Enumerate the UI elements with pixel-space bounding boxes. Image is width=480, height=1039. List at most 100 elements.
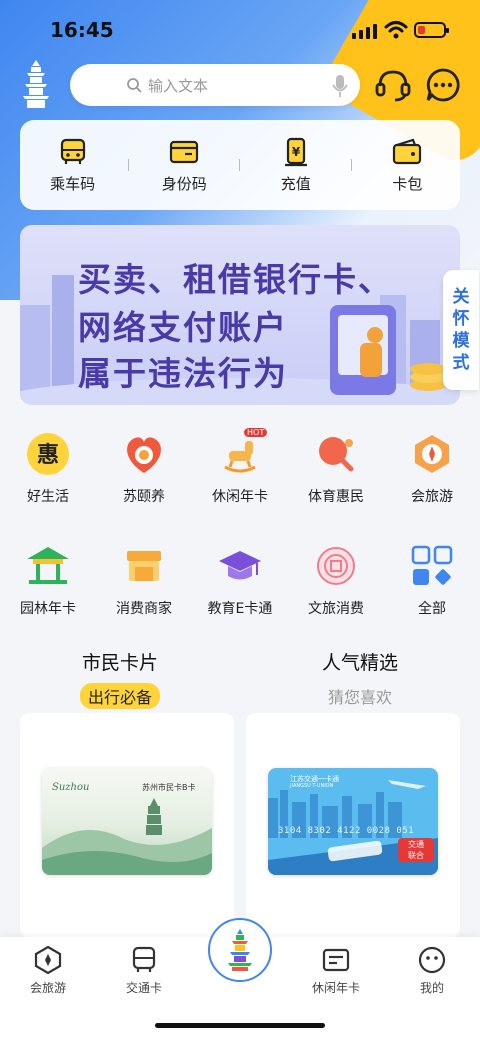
service-sports[interactable]: 体育惠民 [288, 430, 384, 506]
section-citizen-cards[interactable]: 市民卡片 出行必备 [0, 648, 240, 709]
search-icon [127, 78, 142, 93]
center-home-button[interactable] [208, 918, 272, 982]
graduation-cap-icon [219, 551, 261, 580]
tab-transit-card[interactable]: 交通卡 [96, 945, 192, 996]
service-culture-tourism[interactable]: 文旅消费 [288, 542, 384, 618]
tab-travel[interactable]: 会旅游 [0, 945, 96, 996]
tab-label: 交通卡 [125, 981, 162, 995]
section-subtitle: 猜您喜欢 [327, 688, 392, 707]
smile-icon [418, 946, 446, 974]
microphone-icon[interactable] [332, 74, 348, 98]
divider [239, 159, 241, 171]
hui-icon: 惠 [27, 433, 69, 475]
service-good-life[interactable]: 惠 好生活 [0, 430, 96, 506]
service-label: 好生活 [27, 489, 69, 505]
suzhou-card-image[interactable]: Suzhou 苏州市民卡B卡 [42, 768, 212, 875]
message-icon[interactable] [424, 66, 462, 104]
quick-action-label: 充值 [280, 174, 311, 193]
care-mode-button[interactable]: 关 怀 模 式 [443, 270, 479, 390]
service-label: 会旅游 [411, 489, 453, 505]
citizen-card-panel[interactable]: Suzhou 苏州市民卡B卡 [20, 713, 234, 938]
service-education-card[interactable]: 教育E卡通 [192, 542, 288, 618]
service-label: 消费商家 [116, 601, 172, 617]
card-icon [322, 948, 350, 972]
service-label: 教育E卡通 [207, 601, 273, 617]
service-merchants[interactable]: 消费商家 [96, 542, 192, 618]
search-bar[interactable]: 输入文本 [70, 64, 360, 106]
card-brand: Suzhou [52, 782, 90, 793]
jiangsu-transit-card-image[interactable]: 江苏交通一卡通 JIANGSU T-UNION 3104 8302 4122 0… [268, 768, 438, 875]
culture-icon [317, 547, 355, 585]
quick-action-label: 身份码 [161, 174, 207, 193]
quick-actions-panel: 乘车码 身份码 ¥ 充值 卡包 [20, 120, 460, 210]
section-title: 人气精选 [321, 652, 398, 674]
tab-label: 我的 [419, 981, 444, 995]
compass-icon [415, 435, 449, 473]
divider [351, 159, 353, 171]
care-mode-char: 怀 [452, 309, 470, 329]
tab-label: 休闲年卡 [311, 981, 360, 995]
customer-service-icon[interactable] [374, 66, 412, 104]
badge-text: 交通 [408, 840, 424, 849]
badge-text: 联合 [408, 851, 424, 860]
service-label: 苏颐养 [123, 489, 165, 505]
pagoda-logo-icon [23, 60, 49, 108]
elder-care-icon [127, 437, 161, 473]
promo-banner[interactable]: 买卖、租借银行卡、 网络支付账户 属于违法行为 [20, 225, 460, 405]
recharge-icon: ¥ [284, 137, 307, 166]
id-card-icon [170, 140, 199, 163]
service-garden-card[interactable]: 园林年卡 [0, 542, 96, 618]
all-apps-icon [411, 545, 453, 585]
service-label: 园林年卡 [20, 601, 76, 617]
status-bar: 16:45 [0, 0, 480, 60]
service-all[interactable]: 全部 [384, 542, 480, 618]
quick-action-recharge[interactable]: ¥ 充值 [246, 137, 346, 194]
card-number: 3104 8302 4122 0028 051 [278, 826, 415, 836]
care-mode-char: 关 [452, 287, 470, 307]
tab-profile[interactable]: 我的 [384, 945, 480, 996]
hot-badge: HOT [244, 428, 268, 437]
battery-icon [414, 22, 449, 38]
tab-label: 会旅游 [29, 981, 66, 995]
banner-line-3: 属于违法行为 [78, 354, 288, 393]
service-travel[interactable]: 会旅游 [384, 430, 480, 506]
signal-icon [352, 24, 377, 39]
tab-leisure-card[interactable]: 休闲年卡 [288, 945, 384, 996]
pavilion-icon [27, 547, 69, 584]
divider [127, 159, 129, 171]
phone-illustration [330, 305, 446, 395]
search-input[interactable]: 输入文本 [148, 75, 208, 96]
svg-text:惠: 惠 [37, 443, 59, 468]
section-title: 市民卡片 [81, 652, 158, 674]
service-label: 全部 [418, 601, 446, 617]
quick-action-wallet[interactable]: 卡包 [357, 137, 457, 194]
quick-action-bus-code[interactable]: 乘车码 [23, 137, 123, 194]
service-elder-care[interactable]: 苏颐养 [96, 430, 192, 506]
services-grid-row-1: 惠 好生活 苏颐养 HOT 休闲年卡 体育惠民 会旅游 [0, 428, 480, 506]
quick-action-label: 卡包 [392, 174, 423, 193]
transit-union-badge: 交通 联合 [398, 838, 434, 862]
service-label: 体育惠民 [308, 489, 364, 505]
svg-text:¥: ¥ [292, 145, 301, 159]
compass-icon [34, 945, 62, 975]
popular-card-panel[interactable]: 江苏交通一卡通 JIANGSU T-UNION 3104 8302 4122 0… [246, 713, 460, 938]
shop-icon [127, 551, 161, 581]
service-leisure-card[interactable]: HOT 休闲年卡 [192, 428, 288, 506]
care-mode-char: 式 [452, 353, 470, 373]
section-subtitle-badge: 出行必备 [79, 683, 160, 709]
rocking-horse-icon [224, 441, 256, 473]
section-popular-picks[interactable]: 人气精选 猜您喜欢 [240, 648, 480, 709]
wifi-icon [384, 21, 408, 39]
quick-action-id-code[interactable]: 身份码 [134, 137, 234, 194]
banner-line-1: 买卖、租借银行卡、 [78, 260, 393, 299]
care-mode-char: 模 [452, 331, 470, 351]
banner-line-2: 网络支付账户 [78, 308, 288, 347]
ping-pong-icon [319, 437, 354, 472]
home-indicator[interactable] [155, 1023, 325, 1028]
services-grid-row-2: 园林年卡 消费商家 教育E卡通 文旅消费 全部 [0, 542, 480, 618]
pagoda-logo-icon [228, 929, 252, 971]
card-name-en: JIANGSU T-UNION [290, 783, 334, 789]
wallet-icon [393, 138, 422, 164]
service-label: 休闲年卡 [212, 489, 268, 505]
bus-icon [60, 138, 85, 164]
